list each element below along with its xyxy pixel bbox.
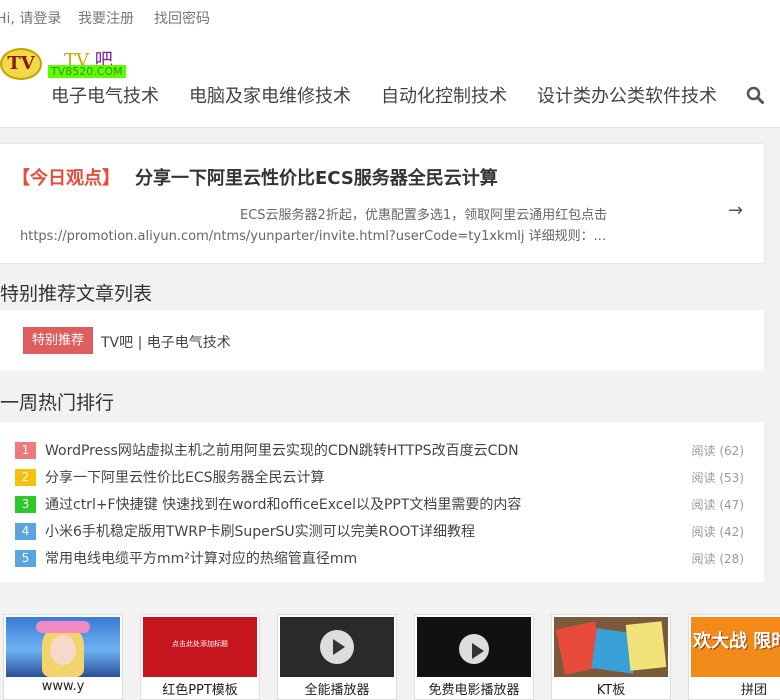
- thumbnail-caption: 红色PPT模板: [162, 683, 238, 698]
- thumbnail-image: [6, 617, 120, 677]
- today-view-card[interactable]: 【今日观点】 分享一下阿里云性价比ECS服务器全民云计算 ECS云服务器2折起，…: [0, 143, 765, 264]
- thumbnail-caption: 免费电影播放器: [428, 683, 520, 698]
- site-logo[interactable]: TV TV 吧 TV8520.COM: [0, 46, 135, 82]
- list-item-title[interactable]: 常用电线电缆平方mm²计算对应的热缩管直径mm: [45, 548, 357, 568]
- hot-heading: 一周热门排行: [0, 392, 115, 414]
- list-item-title[interactable]: 通过ctrl+F快捷键 快速找到在word和officeExcel以及PPT文档…: [45, 494, 521, 514]
- list-item-title[interactable]: 分享一下阿里云性价比ECS服务器全民云计算: [45, 467, 325, 487]
- logo-badge: TV: [0, 48, 42, 80]
- play-icon: [320, 630, 354, 664]
- thumbnail-image: 点击此处添加标题: [143, 617, 257, 677]
- thumbnail-card[interactable]: 免费电影播放器: [414, 614, 534, 700]
- thumbnail-image: [554, 617, 668, 677]
- list-item-title[interactable]: WordPress网站虚拟主机之前用阿里云实现的CDN跳转HTTPS改百度云CD…: [45, 440, 519, 460]
- hot-list: 1 WordPress网站虚拟主机之前用阿里云实现的CDN跳转HTTPS改百度云…: [0, 422, 764, 582]
- read-count: 阅读 (47): [691, 498, 744, 512]
- top-bar: Hi, 请登录 我要注册 找回密码: [0, 0, 780, 34]
- login-link[interactable]: Hi, 请登录: [0, 8, 61, 28]
- list-item[interactable]: 3 通过ctrl+F快捷键 快速找到在word和officeExcel以及PPT…: [15, 494, 750, 514]
- play-icon: [459, 634, 489, 664]
- today-description: ECS云服务器2折起，优惠配置多选1，领取阿里云通用红包点击: [240, 208, 608, 223]
- read-count: 阅读 (28): [691, 552, 744, 566]
- rank-badge: 2: [15, 469, 36, 486]
- nav-item-electronics[interactable]: 电子电气技术: [51, 82, 159, 108]
- thumbnail-card[interactable]: 欢大战 限时 拼团: [688, 614, 780, 700]
- read-count: 阅读 (53): [691, 471, 744, 485]
- register-link[interactable]: 我要注册: [78, 8, 134, 28]
- thumbnail-image: [280, 617, 394, 677]
- thumbnail-caption: www.y: [41, 679, 85, 694]
- arrow-right-icon[interactable]: →: [728, 200, 743, 221]
- search-icon[interactable]: [746, 86, 764, 104]
- recommend-badge: 特别推荐: [23, 327, 93, 354]
- thumbnail-card[interactable]: 点击此处添加标题 红色PPT模板: [140, 614, 260, 700]
- thumbnail-caption: 全能播放器: [304, 683, 370, 698]
- site-header: TV TV 吧 TV8520.COM 电子电气技术 电脑及家电维修技术 自动化控…: [0, 34, 780, 128]
- today-description-url: https://promotion.aliyun.com/ntms/yunpar…: [20, 229, 606, 244]
- recommend-card: 特别推荐 TV吧 | 电子电气技术: [0, 310, 764, 371]
- logo-url: TV8520.COM: [48, 65, 126, 78]
- rank-badge: 5: [15, 550, 36, 567]
- thumbnail-strip: www.y 点击此处添加标题 红色PPT模板 全能播放器 免费电影播放器 KT板…: [0, 612, 780, 700]
- rank-badge: 4: [15, 523, 36, 540]
- nav-item-repair[interactable]: 电脑及家电维修技术: [189, 82, 351, 108]
- thumbnail-image: [417, 617, 531, 677]
- list-item[interactable]: 5 常用电线电缆平方mm²计算对应的热缩管直径mm 阅读 (28): [15, 548, 750, 568]
- list-item[interactable]: 2 分享一下阿里云性价比ECS服务器全民云计算 阅读 (53): [15, 467, 750, 487]
- rank-badge: 3: [15, 496, 36, 513]
- nav-item-automation[interactable]: 自动化控制技术: [381, 82, 507, 108]
- thumbnail-card[interactable]: www.y: [3, 614, 123, 700]
- recommend-link[interactable]: TV吧 | 电子电气技术: [101, 332, 231, 352]
- rank-badge: 1: [15, 442, 36, 459]
- today-title[interactable]: 分享一下阿里云性价比ECS服务器全民云计算: [135, 164, 498, 190]
- nav-item-software[interactable]: 设计类办公类软件技术: [537, 82, 717, 108]
- thumbnail-caption: KT板: [596, 683, 626, 698]
- thumbnail-card[interactable]: 全能播放器: [277, 614, 397, 700]
- recover-password-link[interactable]: 找回密码: [154, 8, 210, 28]
- recommend-heading: 特别推荐文章列表: [0, 283, 153, 305]
- list-item-title[interactable]: 小米6手机稳定版用TWRP卡刷SuperSU实测可以完美ROOT详细教程: [45, 521, 475, 541]
- thumbnail-card[interactable]: KT板: [551, 614, 671, 700]
- list-item[interactable]: 4 小米6手机稳定版用TWRP卡刷SuperSU实测可以完美ROOT详细教程 阅…: [15, 521, 750, 541]
- read-count: 阅读 (42): [691, 525, 744, 539]
- read-count: 阅读 (62): [691, 444, 744, 458]
- list-item[interactable]: 1 WordPress网站虚拟主机之前用阿里云实现的CDN跳转HTTPS改百度云…: [15, 440, 750, 460]
- thumbnail-image: 欢大战 限时: [691, 617, 780, 677]
- thumbnail-caption: 拼团: [740, 683, 767, 698]
- today-tag: 【今日观点】: [12, 168, 120, 189]
